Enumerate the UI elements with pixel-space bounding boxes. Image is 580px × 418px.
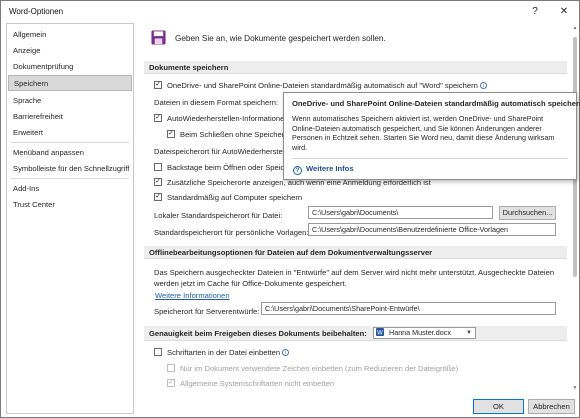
content-scrollbar[interactable]: ▲ ▼: [572, 23, 578, 395]
tooltip-title: OneDrive- und SharePoint Online-Dateien …: [292, 99, 580, 108]
cancel-button[interactable]: Abbrechen: [528, 399, 575, 414]
offline-description-line2: werden jetzt im Cache für Office-Dokumen…: [154, 279, 347, 288]
embed-used-chars-label: Nur im Dokument verwendete Zeichen einbe…: [180, 364, 459, 373]
embed-used-chars-checkbox[interactable]: [167, 364, 175, 372]
embed-fonts-label: Schriftarten in der Datei einbetten i: [167, 348, 290, 357]
backstage-label: Backstage beim Öffnen oder Speich: [167, 163, 289, 172]
sidebar-item-schnellzugriff[interactable]: Symbolleiste für den Schnellzugriff: [7, 161, 133, 177]
tooltip-more-link[interactable]: ? Weitere Infos: [293, 164, 354, 175]
close-button[interactable]: ✕: [553, 4, 575, 20]
page-header: Geben Sie an, wie Dokumente gespeichert …: [175, 34, 386, 43]
keep-last-version-checkbox[interactable]: ✓: [167, 130, 175, 138]
tooltip-divider: [292, 158, 568, 159]
templates-field[interactable]: C:\Users\gabri\Documents\Benutzerdefinie…: [308, 223, 556, 236]
sidebar-item-erweitert[interactable]: Erweitert: [7, 125, 133, 141]
options-dialog: Word-Optionen ? ✕ Allgemein Anzeige Doku…: [0, 0, 580, 418]
additional-locations-checkbox[interactable]: ✓: [154, 178, 162, 186]
tooltip-body: Wenn automatisches Speichern aktiviert i…: [292, 114, 555, 152]
info-icon[interactable]: i: [282, 349, 290, 356]
sidebar-item-dokumentpruefung[interactable]: Dokumentprüfung: [7, 59, 133, 75]
save-to-computer-checkbox[interactable]: ✓: [154, 193, 162, 201]
sidebar-item-trust-center[interactable]: Trust Center: [7, 197, 133, 213]
title-bar: Word-Optionen ? ✕: [1, 1, 579, 23]
svg-text:W: W: [377, 330, 383, 336]
more-info-link[interactable]: Weitere Informationen: [155, 291, 230, 300]
options-sidebar: Allgemein Anzeige Dokumentprüfung Speich…: [6, 23, 134, 414]
window-title: Word-Optionen: [9, 7, 64, 16]
sidebar-item-menueband[interactable]: Menüband anpassen: [7, 145, 133, 161]
local-default-label: Lokaler Standardspeicherort für Datei:: [154, 211, 283, 220]
word-document-icon: W: [376, 328, 384, 336]
help-button[interactable]: ?: [524, 4, 546, 20]
scroll-down-icon[interactable]: ▼: [572, 385, 578, 391]
chevron-down-icon: ▼: [466, 330, 472, 336]
autorecover-location-label: Dateispeicherort für AutoWiederherstelle…: [154, 147, 295, 156]
save-to-computer-label: Standardmäßig auf Computer speichern: [167, 193, 303, 202]
scroll-up-icon[interactable]: ▲: [572, 25, 578, 31]
section-dokumente-speichern: Dokumente speichern: [144, 61, 567, 74]
local-default-field[interactable]: C:\Users\gabri\Documents\: [308, 206, 493, 219]
save-icon: [151, 30, 166, 45]
help-icon: ?: [293, 166, 302, 175]
sidebar-item-allgemein[interactable]: Allgemein: [7, 27, 133, 43]
sidebar-divider: [11, 142, 129, 143]
sidebar-item-barrierefreiheit[interactable]: Barrierefreiheit: [7, 109, 133, 125]
sidebar-item-sprache[interactable]: Sprache: [7, 93, 133, 109]
format-label: Dateien in diesem Format speichern:: [154, 98, 279, 107]
sidebar-item-speichern[interactable]: Speichern: [8, 75, 132, 91]
drafts-field[interactable]: C:\Users\gabri\Documents\SharePoint-Entw…: [261, 302, 556, 315]
autosave-label: OneDrive- und SharePoint Online-Dateien …: [167, 81, 487, 90]
document-select-value: Hanna Muster.docx: [389, 328, 451, 337]
browse-button[interactable]: Durchsuchen...: [499, 206, 556, 220]
sidebar-divider: [11, 178, 129, 179]
keep-last-version-label: Beim Schließen ohne Speichern: [180, 130, 289, 139]
no-common-fonts-checkbox[interactable]: ✓: [167, 379, 175, 387]
fidelity-label: Genauigkeit beim Freigeben dieses Dokume…: [149, 329, 367, 338]
templates-label: Standardspeicherort für persönliche Vorl…: [154, 228, 309, 237]
no-common-fonts-label: Allgemeine Systemschriftarten nicht einb…: [180, 379, 335, 388]
autosave-tooltip: OneDrive- und SharePoint Online-Dateien …: [283, 92, 580, 180]
sidebar-item-anzeige[interactable]: Anzeige: [7, 43, 133, 59]
document-select[interactable]: W Hanna Muster.docx ▼: [373, 327, 476, 339]
autorecover-checkbox[interactable]: ✓: [154, 114, 162, 122]
section-offline: Offlinebearbeitungsoptionen für Dateien …: [144, 246, 567, 259]
ok-button[interactable]: OK: [473, 399, 524, 414]
info-icon[interactable]: i: [479, 82, 487, 89]
backstage-checkbox[interactable]: [154, 163, 162, 171]
sidebar-item-addins[interactable]: Add-Ins: [7, 181, 133, 197]
autosave-checkbox[interactable]: ✓: [154, 81, 162, 89]
options-content: Geben Sie an, wie Dokumente gespeichert …: [139, 23, 572, 395]
embed-fonts-checkbox[interactable]: [154, 348, 162, 356]
drafts-label: Speicherort für Serverentwürfe:: [154, 307, 260, 316]
offline-description-line1: Das Speichern ausgecheckter Dateien in "…: [154, 268, 555, 277]
section-fidelity: Genauigkeit beim Freigeben dieses Dokume…: [144, 326, 567, 341]
